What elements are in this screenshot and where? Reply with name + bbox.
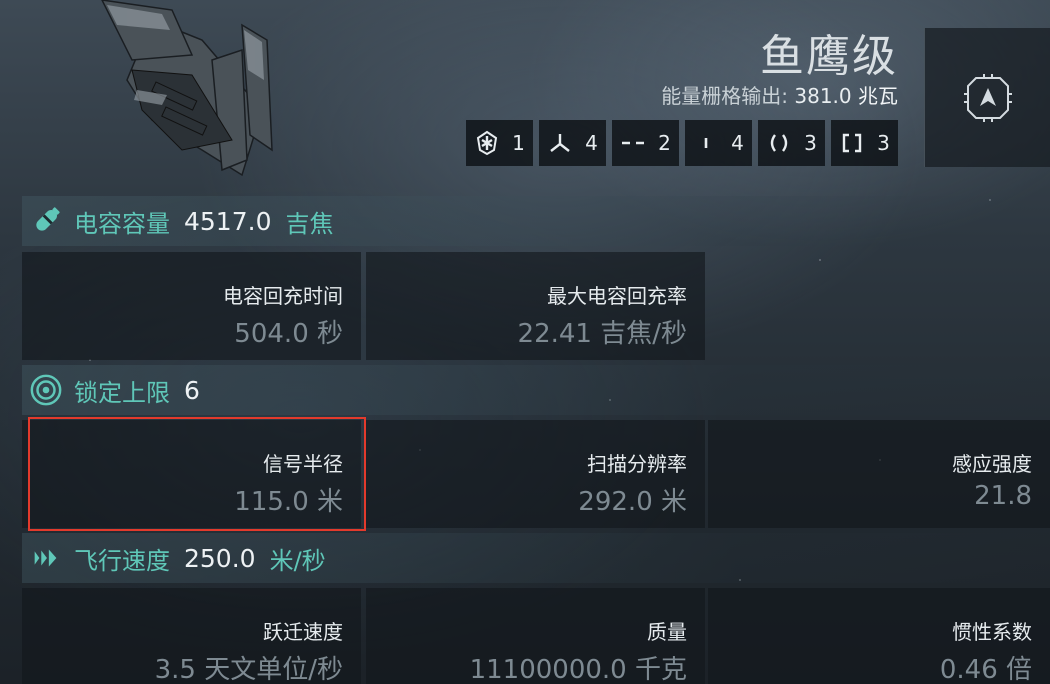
stat-warp-speed[interactable]: 跃迁速度 3.5 天文单位/秒: [22, 588, 361, 684]
stat-scan-resolution[interactable]: 扫描分辨率 292.0 米: [366, 420, 705, 528]
velocity-label: 飞行速度: [74, 546, 170, 575]
slot-count: 4: [731, 131, 744, 155]
slot-med[interactable]: 3: [758, 120, 825, 166]
velocity-unit: 米/秒: [269, 546, 326, 575]
targeting-label: 锁定上限: [74, 378, 170, 407]
slot-layout: 1 4 2 4 3 3: [466, 120, 898, 166]
ship-name: 鱼鹰级: [760, 31, 898, 82]
slot-count: 1: [512, 131, 525, 155]
stat-value: 11100000.0 千克: [469, 655, 687, 684]
stat-label: 感应强度: [952, 452, 1032, 476]
capacitor-value: 4517.0: [184, 206, 272, 236]
stat-value: 0.46 倍: [939, 655, 1032, 684]
capacitor-unit: 吉焦: [285, 209, 334, 238]
powergrid-output: 能量栅格输出: 381.0 兆瓦: [661, 80, 898, 109]
rig-slot-icon: [842, 133, 862, 153]
section-capacitor[interactable]: 电容容量 4517.0 吉焦: [22, 196, 1050, 246]
slot-count: 4: [585, 131, 598, 155]
stat-value: 292.0 米: [578, 487, 687, 517]
targeting-icon: [28, 372, 64, 408]
stat-label: 扫描分辨率: [587, 452, 687, 476]
stat-signature-radius[interactable]: 信号半径 115.0 米: [22, 420, 361, 528]
powergrid-value: 381.0: [794, 84, 852, 108]
section-navigation[interactable]: 飞行速度 250.0 米/秒: [22, 533, 1050, 583]
stat-max-recharge-rate[interactable]: 最大电容回充率 22.41 吉焦/秒: [366, 252, 705, 360]
stat-mass[interactable]: 质量 11100000.0 千克: [366, 588, 705, 684]
stat-value: 504.0 秒: [234, 319, 343, 349]
stat-value: 22.41 吉焦/秒: [517, 319, 687, 349]
slot-low[interactable]: 2: [612, 120, 679, 166]
stat-value: 21.8: [974, 481, 1032, 511]
ship-type-button[interactable]: [924, 28, 1050, 167]
high-slot-icon: [704, 138, 708, 148]
stat-label: 信号半径: [263, 452, 343, 476]
stat-value: 115.0 米: [234, 487, 343, 517]
stat-label: 电容回充时间: [223, 284, 343, 308]
stat-sensor-strength[interactable]: 感应强度 21.8: [708, 420, 1050, 528]
stat-capacitor-recharge-time[interactable]: 电容回充时间 504.0 秒: [22, 252, 361, 360]
velocity-value: 250.0: [184, 543, 256, 573]
stat-label: 惯性系数: [952, 620, 1032, 644]
stat-value: 3.5 天文单位/秒: [154, 655, 343, 684]
ship-class-icon: [963, 73, 1012, 122]
targeting-value: 6: [184, 375, 200, 405]
slot-high[interactable]: 4: [685, 120, 752, 166]
velocity-icon: [28, 540, 64, 576]
powergrid-label: 能量栅格输出:: [661, 84, 789, 108]
capacitor-icon: [28, 203, 64, 239]
powergrid-unit: 兆瓦: [858, 84, 898, 108]
stat-label: 跃迁速度: [263, 620, 343, 644]
stat-inertia-modifier[interactable]: 惯性系数 0.46 倍: [708, 588, 1050, 684]
slot-drone-bay[interactable]: 1: [466, 120, 533, 166]
slot-count: 3: [804, 131, 817, 155]
stat-label: 最大电容回充率: [547, 284, 687, 308]
slot-rig[interactable]: 3: [831, 120, 898, 166]
section-targeting[interactable]: 锁定上限 6: [22, 365, 1050, 415]
stat-label: 质量: [647, 620, 687, 644]
ship-illustration: [101, 0, 273, 177]
slot-count: 2: [658, 131, 671, 155]
med-slot-icon: [770, 134, 788, 152]
low-slot-icon: [622, 141, 645, 145]
slot-count: 3: [877, 131, 890, 155]
turret-hardpoint-icon: [550, 134, 570, 152]
drone-bay-icon: [477, 130, 498, 156]
slot-turret[interactable]: 4: [539, 120, 606, 166]
capacitor-label: 电容容量: [74, 209, 170, 238]
